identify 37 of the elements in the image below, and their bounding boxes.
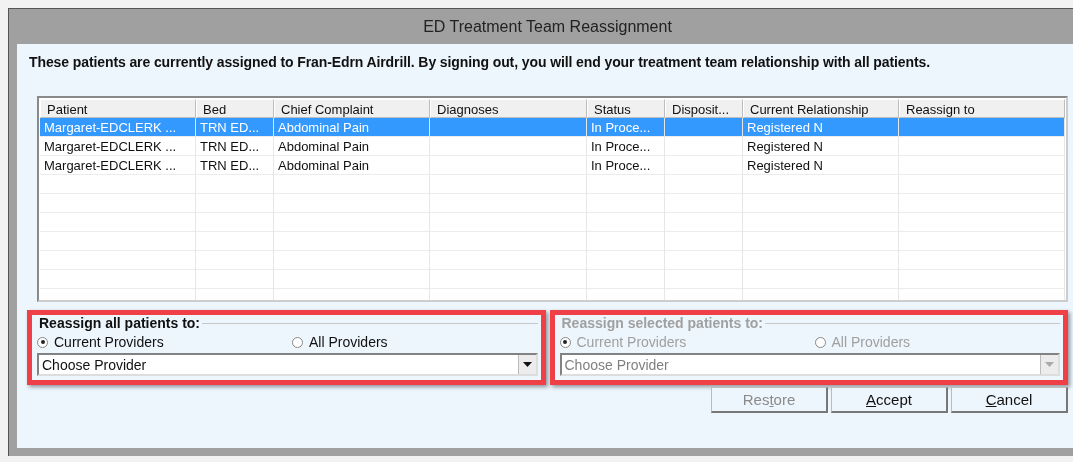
column-header[interactable]: Disposit...	[665, 99, 743, 118]
dialog-button[interactable]: Accept	[831, 387, 948, 413]
group-legend: Reassign all patients to:	[37, 315, 203, 331]
table-cell[interactable]	[430, 156, 587, 175]
table-cell[interactable]: Margaret-EDCLERK ...	[40, 156, 196, 175]
column-header[interactable]: Current Relationship	[743, 99, 899, 118]
table-cell[interactable]: In Proce...	[587, 156, 665, 175]
table-cell[interactable]	[665, 137, 743, 156]
column-header[interactable]: Diagnoses	[430, 99, 587, 118]
table-cell[interactable]	[899, 118, 1065, 137]
table-cell[interactable]	[665, 156, 743, 175]
table-cell[interactable]: Abdominal Pain	[274, 137, 430, 156]
table-cell[interactable]: Registered N	[743, 156, 899, 175]
message-text: These patients are currently assigned to Fran-Edrn Airdrill. By signing out, you will end your treatment team relationship with all patients.	[29, 54, 931, 70]
column-header[interactable]: Chief Complaint	[274, 99, 430, 118]
table-cell[interactable]: Abdominal Pain	[274, 156, 430, 175]
table-cell[interactable]: TRN ED...	[196, 137, 274, 156]
table-cell[interactable]	[899, 137, 1065, 156]
table-cell[interactable]: Margaret-EDCLERK ...	[40, 137, 196, 156]
table-cell[interactable]	[430, 118, 587, 137]
radio-icon[interactable]	[292, 336, 303, 348]
table-cell[interactable]	[665, 118, 743, 137]
column-header[interactable]: Bed	[196, 99, 274, 118]
table-cell[interactable]: Registered N	[743, 137, 899, 156]
radio-icon[interactable]	[37, 336, 48, 348]
group-legend: Reassign selected patients to:	[559, 315, 765, 331]
column-header[interactable]: Reassign to	[899, 99, 1065, 118]
dialog-button[interactable]: Cancel	[951, 387, 1068, 413]
radio-option[interactable]: All Providers	[292, 334, 538, 350]
table-cell[interactable]	[899, 156, 1065, 175]
provider-dropdown[interactable]: Choose Provider	[37, 353, 538, 376]
table-cell[interactable]	[430, 137, 587, 156]
table-cell[interactable]: TRN ED...	[196, 156, 274, 175]
column-header[interactable]: Patient	[40, 99, 196, 118]
window-title: ED Treatment Team Reassignment	[422, 16, 673, 37]
table-cell[interactable]: In Proce...	[587, 137, 665, 156]
radio-option[interactable]: Current Providers	[37, 334, 292, 350]
